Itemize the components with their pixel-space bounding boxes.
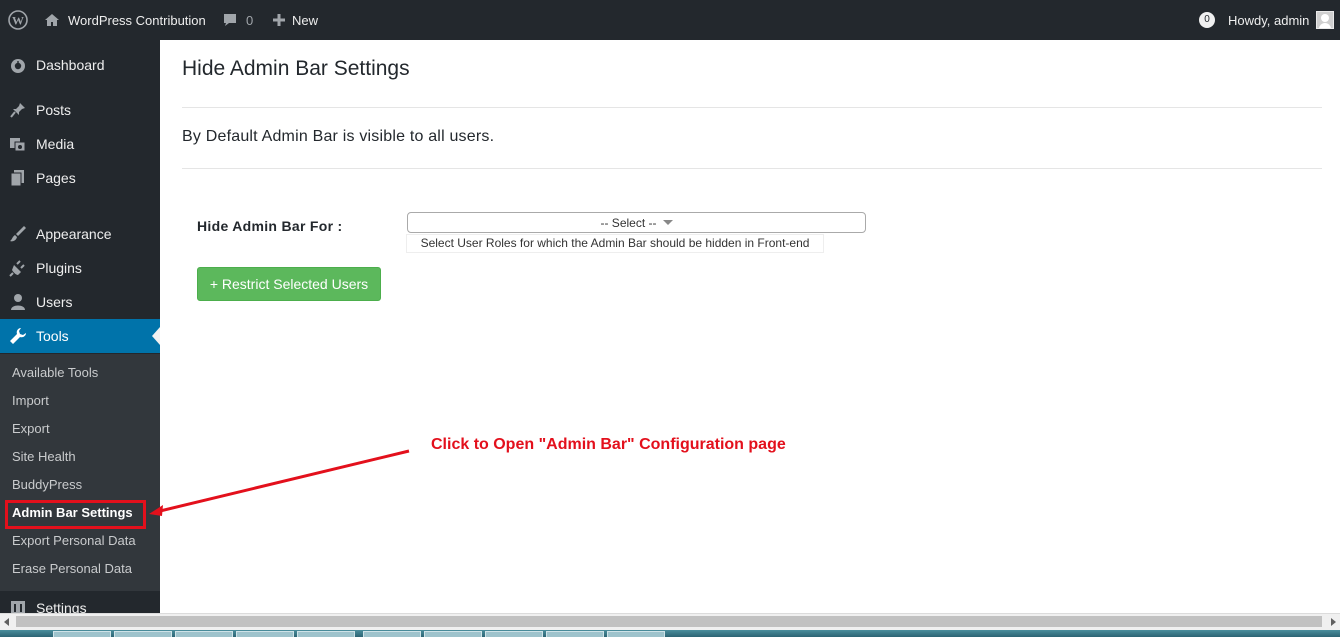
- tools-submenu: Available Tools Import Export Site Healt…: [0, 354, 160, 591]
- sidebar-item-posts[interactable]: Posts: [0, 93, 160, 127]
- avatar: [1316, 11, 1335, 29]
- divider: [182, 168, 1322, 169]
- site-name-label: WordPress Contribution: [68, 12, 206, 28]
- comment-icon: [222, 12, 238, 28]
- taskbar-button[interactable]: [424, 631, 482, 637]
- plus-icon: [272, 13, 286, 27]
- scroll-left-icon[interactable]: [4, 618, 9, 626]
- sidebar-item-plugins[interactable]: Plugins: [0, 251, 160, 285]
- taskbar-button[interactable]: [485, 631, 543, 637]
- taskbar-button[interactable]: [546, 631, 604, 637]
- my-account-link[interactable]: Howdy, admin: [1228, 0, 1335, 40]
- taskbar-button[interactable]: [297, 631, 355, 637]
- brush-icon: [8, 224, 28, 244]
- sidebar-item-label: Pages: [36, 170, 76, 186]
- taskbar-button[interactable]: [53, 631, 111, 637]
- pages-icon: [8, 168, 28, 188]
- select-value: -- Select --: [600, 215, 657, 230]
- taskbar-button[interactable]: [175, 631, 233, 637]
- submenu-item-available-tools[interactable]: Available Tools: [12, 363, 98, 383]
- comments-count: 0: [246, 12, 254, 28]
- scrollbar-thumb[interactable]: [16, 616, 1322, 627]
- wrench-icon: [8, 326, 28, 346]
- sidebar-item-media[interactable]: Media: [0, 127, 160, 161]
- submenu-item-site-health[interactable]: Site Health: [12, 447, 76, 467]
- sidebar-item-settings[interactable]: Settings: [0, 591, 160, 613]
- taskbar-button[interactable]: [363, 631, 421, 637]
- sidebar-item-label: Appearance: [36, 226, 112, 242]
- sidebar-item-label: Media: [36, 136, 75, 152]
- page-title: Hide Admin Bar Settings: [182, 57, 410, 80]
- plugin-icon: [8, 258, 28, 278]
- sidebar-item-tools[interactable]: Tools: [0, 319, 160, 353]
- new-content-link[interactable]: New: [272, 0, 318, 40]
- sidebar-item-label: Tools: [36, 328, 69, 344]
- sidebar-item-appearance[interactable]: Appearance: [0, 217, 160, 251]
- pin-icon: [8, 100, 28, 120]
- scroll-right-icon[interactable]: [1331, 618, 1336, 626]
- sidebar-item-label: Settings: [36, 600, 87, 613]
- home-icon: [44, 12, 60, 28]
- dashboard-icon: [8, 55, 28, 75]
- horizontal-scrollbar[interactable]: [0, 613, 1340, 630]
- sidebar-item-label: Posts: [36, 102, 72, 118]
- howdy-label: Howdy, admin: [1228, 12, 1310, 28]
- wordpress-logo-icon[interactable]: W: [8, 0, 28, 40]
- sidebar-item-label: Plugins: [36, 260, 82, 276]
- new-label: New: [292, 12, 319, 28]
- hide-admin-bar-for-label: Hide Admin Bar For :: [197, 218, 343, 234]
- submenu-item-erase-personal-data[interactable]: Erase Personal Data: [12, 559, 132, 579]
- annotation-text: Click to Open "Admin Bar" Configuration …: [431, 436, 786, 453]
- taskbar-button[interactable]: [236, 631, 294, 637]
- submenu-item-export[interactable]: Export: [12, 419, 50, 439]
- select-help-text: Select User Roles for which the Admin Ba…: [406, 234, 824, 253]
- sidebar-item-users[interactable]: Users: [0, 285, 160, 319]
- sidebar-item-pages[interactable]: Pages: [0, 161, 160, 195]
- media-icon: [8, 134, 28, 154]
- main-content: Hide Admin Bar Settings By Default Admin…: [160, 36, 1340, 613]
- admin-bar: W WordPress Contribution 0 New 0 Howdy, …: [0, 0, 1340, 40]
- comments-link[interactable]: 0: [222, 0, 253, 40]
- user-icon: [8, 292, 28, 312]
- sidebar-item-dashboard[interactable]: Dashboard: [0, 48, 160, 82]
- divider: [182, 107, 1322, 108]
- submenu-item-export-personal-data[interactable]: Export Personal Data: [12, 531, 136, 551]
- submenu-item-import[interactable]: Import: [12, 391, 49, 411]
- taskbar-button[interactable]: [114, 631, 172, 637]
- user-roles-select[interactable]: -- Select --: [407, 212, 866, 233]
- svg-text:W: W: [12, 14, 24, 28]
- restrict-selected-users-button[interactable]: + Restrict Selected Users: [197, 267, 381, 301]
- site-name-link[interactable]: WordPress Contribution: [44, 0, 206, 40]
- settings-icon: [8, 598, 28, 613]
- notifications-badge[interactable]: 0: [1199, 12, 1215, 28]
- sidebar-item-label: Users: [36, 294, 73, 310]
- submenu-item-buddypress[interactable]: BuddyPress: [12, 475, 82, 495]
- taskbar-button[interactable]: [607, 631, 665, 637]
- intro-text: By Default Admin Bar is visible to all u…: [182, 128, 495, 145]
- chevron-down-icon: [662, 220, 673, 225]
- highlight-box: [5, 500, 146, 529]
- sidebar-item-label: Dashboard: [36, 57, 105, 73]
